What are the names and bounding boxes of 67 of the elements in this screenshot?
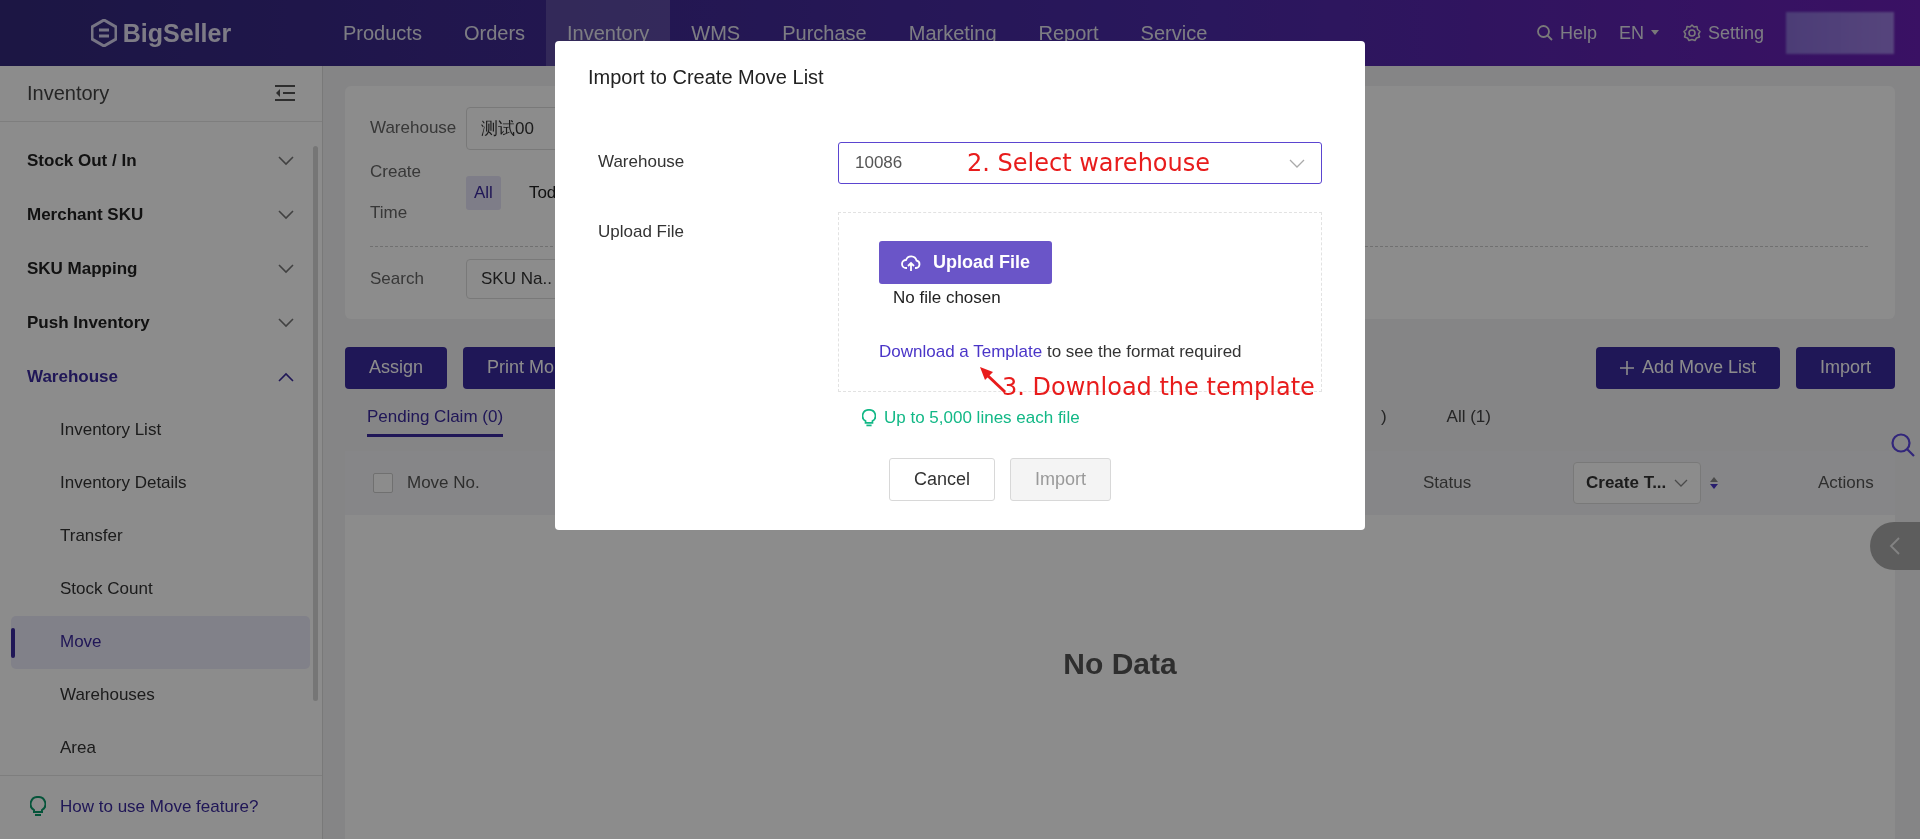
field-label: Warehouse bbox=[597, 151, 686, 173]
lightbulb-icon bbox=[862, 408, 876, 428]
sidebar-item[interactable]: Warehouses bbox=[11, 668, 310, 722]
status-tab[interactable]: All (1) bbox=[1446, 398, 1491, 437]
status-tab[interactable]: Pending Claim (0) bbox=[367, 398, 504, 437]
tip-text: Up to 5,000 lines each file bbox=[884, 408, 1080, 428]
sidebar-group[interactable]: Push Inventory bbox=[0, 295, 322, 350]
help-link[interactable]: How to use Move feature? bbox=[60, 797, 259, 818]
add-button[interactable]: Add Move List bbox=[1595, 346, 1780, 389]
chevron-icon bbox=[1674, 478, 1689, 487]
collapse-icon[interactable] bbox=[274, 84, 296, 103]
annotation-text: 3. Download the template bbox=[1002, 373, 1315, 401]
column-header: Actions bbox=[1818, 472, 1874, 493]
field-label: Upload File bbox=[597, 221, 685, 243]
dialog-title: Import to Create Move List bbox=[588, 66, 825, 89]
file-status: No file chosen bbox=[893, 288, 1001, 308]
sidebar-item[interactable]: Transfer bbox=[11, 509, 310, 563]
logo-text: BigSeller bbox=[122, 18, 232, 48]
sidebar-group[interactable]: SKU Mapping bbox=[0, 241, 322, 296]
template-hint: Download a Template to see the format required bbox=[879, 342, 1242, 362]
search-icon bbox=[1535, 24, 1554, 42]
search-icon[interactable] bbox=[1890, 432, 1916, 458]
column-header: Status bbox=[1423, 472, 1472, 493]
annotation-text: 2. Select warehouse bbox=[967, 149, 1210, 177]
download-template-link[interactable]: Download a Template bbox=[879, 342, 1043, 361]
chevron-icon bbox=[278, 317, 294, 328]
sort-field-select[interactable]: Create T... bbox=[1573, 461, 1702, 504]
lightbulb-icon bbox=[30, 796, 46, 819]
filter-label: Create Time bbox=[370, 161, 423, 224]
setting-link[interactable]: Setting bbox=[1681, 22, 1764, 44]
sidebar-item[interactable]: Inventory Details bbox=[11, 456, 310, 510]
chevron-icon bbox=[1289, 158, 1305, 168]
help-link[interactable]: Help bbox=[1535, 22, 1597, 44]
cloud-upload-icon bbox=[901, 253, 921, 272]
warehouse-select[interactable]: 10086 2. Select warehouse bbox=[838, 142, 1322, 184]
checkbox[interactable] bbox=[373, 472, 393, 493]
time-option[interactable]: All bbox=[466, 175, 501, 210]
caret-icon bbox=[1649, 30, 1660, 36]
plus-icon bbox=[1619, 360, 1634, 375]
sidebar-item[interactable]: Area bbox=[11, 721, 310, 775]
chevron-icon bbox=[278, 371, 294, 382]
status-tab[interactable]: ) bbox=[1380, 398, 1387, 437]
sidebar-group[interactable]: Stock Out / In bbox=[0, 133, 322, 188]
logo-icon bbox=[90, 19, 117, 47]
settings-icon bbox=[1681, 23, 1702, 43]
filter-label: Warehouse bbox=[370, 118, 458, 138]
sidebar-item[interactable]: Move bbox=[11, 615, 310, 669]
sidebar-item[interactable]: Stock Count bbox=[11, 562, 310, 616]
filter-label: Search bbox=[370, 268, 425, 289]
nav-item[interactable]: Products bbox=[322, 0, 443, 66]
expand-tab[interactable] bbox=[1870, 522, 1920, 570]
sidebar-title: Inventory bbox=[27, 81, 110, 105]
upload-button[interactable]: Upload File bbox=[879, 241, 1052, 284]
sidebar-group[interactable]: Merchant SKU bbox=[0, 187, 322, 242]
chevron-icon bbox=[278, 155, 294, 166]
import-button[interactable]: Import bbox=[1796, 346, 1895, 389]
sidebar-item[interactable]: Inventory List bbox=[11, 403, 310, 457]
cancel-button[interactable]: Cancel bbox=[889, 458, 996, 501]
empty-message: No Data bbox=[1063, 646, 1177, 682]
language-dropdown[interactable]: EN bbox=[1618, 22, 1660, 44]
chevron-icon bbox=[278, 263, 294, 274]
column-header: Move No. bbox=[407, 472, 480, 493]
nav-item[interactable]: Orders bbox=[442, 0, 547, 66]
chevron-icon bbox=[278, 209, 294, 220]
action-button[interactable]: Assign bbox=[345, 346, 448, 389]
chevron-icon bbox=[1889, 536, 1901, 556]
sidebar-group[interactable]: Warehouse bbox=[0, 349, 322, 404]
